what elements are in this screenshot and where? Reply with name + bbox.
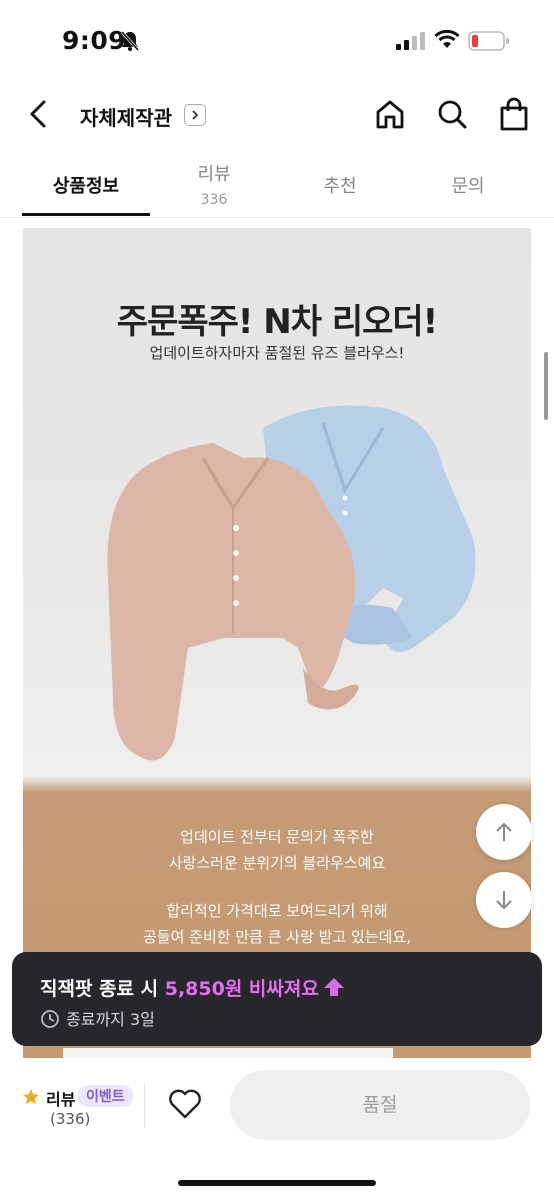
arrow-up-bold-icon xyxy=(323,977,345,1002)
tab-product-info[interactable]: 상품정보 xyxy=(22,152,150,218)
promo-desc-line: 업데이트 전부터 문의가 폭주한 xyxy=(180,828,374,846)
home-button[interactable] xyxy=(370,94,410,134)
back-button[interactable] xyxy=(22,96,56,132)
tab-reviews[interactable]: 리뷰 336 xyxy=(150,152,278,218)
status-bar: 9:09 xyxy=(0,0,554,80)
search-icon xyxy=(438,100,467,129)
tab-label: 문의 xyxy=(451,176,485,197)
toast-title: 직잭팟 종료 시 5,850원 비싸져요 xyxy=(40,974,345,1002)
bottom-action-bar: 리뷰 이벤트 (336) 품절 xyxy=(0,1058,554,1200)
store-link-button[interactable] xyxy=(184,104,206,126)
scroll-down-button[interactable] xyxy=(476,872,532,928)
review-label[interactable]: 리뷰 xyxy=(46,1086,75,1110)
app-header: 자체제작관 xyxy=(0,80,554,150)
tab-review-count: 336 xyxy=(200,192,228,208)
promo-desc-line: 공들여 준비한 만큼 큰 사랑 받고 있는데요, xyxy=(143,928,411,946)
promo-subline: 업데이트하자마자 품절된 유즈 블라우스! xyxy=(149,344,405,362)
scroll-up-button[interactable] xyxy=(476,804,532,860)
chevron-left-icon xyxy=(30,100,46,128)
clock-icon xyxy=(41,1010,59,1028)
scrollbar[interactable] xyxy=(544,352,548,420)
chevron-right-icon xyxy=(192,110,199,120)
home-icon xyxy=(376,100,404,129)
decorative-strip xyxy=(63,1048,393,1058)
wishlist-heart-icon[interactable] xyxy=(168,1088,202,1124)
toast-subtitle: 종료까지 3일 xyxy=(40,1006,155,1030)
price-alert-toast[interactable]: 직잭팟 종료 시 5,850원 비싸져요 종료까지 3일 xyxy=(12,952,542,1046)
promo-desc-line: 사랑스러운 분위기의 블라우스예요 xyxy=(168,854,386,872)
cart-button[interactable] xyxy=(494,94,534,134)
promo-headline: 주문폭주! N차 리오더! xyxy=(116,302,438,342)
toast-title-prefix: 직잭팟 종료 시 xyxy=(40,978,165,1000)
toast-subtitle-text: 종료까지 3일 xyxy=(66,1010,155,1029)
toast-price-text: 5,850원 비싸져요 xyxy=(164,978,319,1000)
tab-inquiry[interactable]: 문의 xyxy=(404,152,532,218)
product-tabs: 상품정보 리뷰 336 추천 문의 xyxy=(0,152,554,218)
tab-active-indicator xyxy=(22,213,150,216)
home-indicator xyxy=(178,1180,376,1186)
shopping-bag-icon xyxy=(500,97,528,131)
promo-desc-line: 합리적인 가격대로 보여드리기 위해 xyxy=(166,902,388,920)
arrow-up-icon xyxy=(496,822,512,841)
tab-recommend[interactable]: 추천 xyxy=(276,152,404,218)
blouse-photo xyxy=(107,405,476,761)
event-badge: 이벤트 xyxy=(78,1085,133,1107)
battery-low-icon xyxy=(468,31,510,55)
status-time: 9:09 xyxy=(62,26,127,55)
bell-muted-icon xyxy=(120,30,140,56)
tab-label: 리뷰 xyxy=(197,164,231,185)
cellular-signal-icon xyxy=(396,32,426,54)
tab-label: 추천 xyxy=(323,176,357,197)
search-button[interactable] xyxy=(432,94,472,134)
product-detail-image: 주문폭주! N차 리오더! 업데이트하자마자 품절된 유즈 블라우스! 업데이트… xyxy=(23,228,531,1058)
arrow-down-icon xyxy=(496,891,512,910)
review-count[interactable]: (336) xyxy=(50,1110,90,1128)
divider xyxy=(144,1082,145,1128)
star-icon xyxy=(22,1088,40,1110)
store-name[interactable]: 자체제작관 xyxy=(80,102,172,131)
tab-label: 상품정보 xyxy=(52,176,120,197)
soldout-button[interactable]: 품절 xyxy=(230,1070,530,1140)
wifi-icon xyxy=(434,29,460,54)
